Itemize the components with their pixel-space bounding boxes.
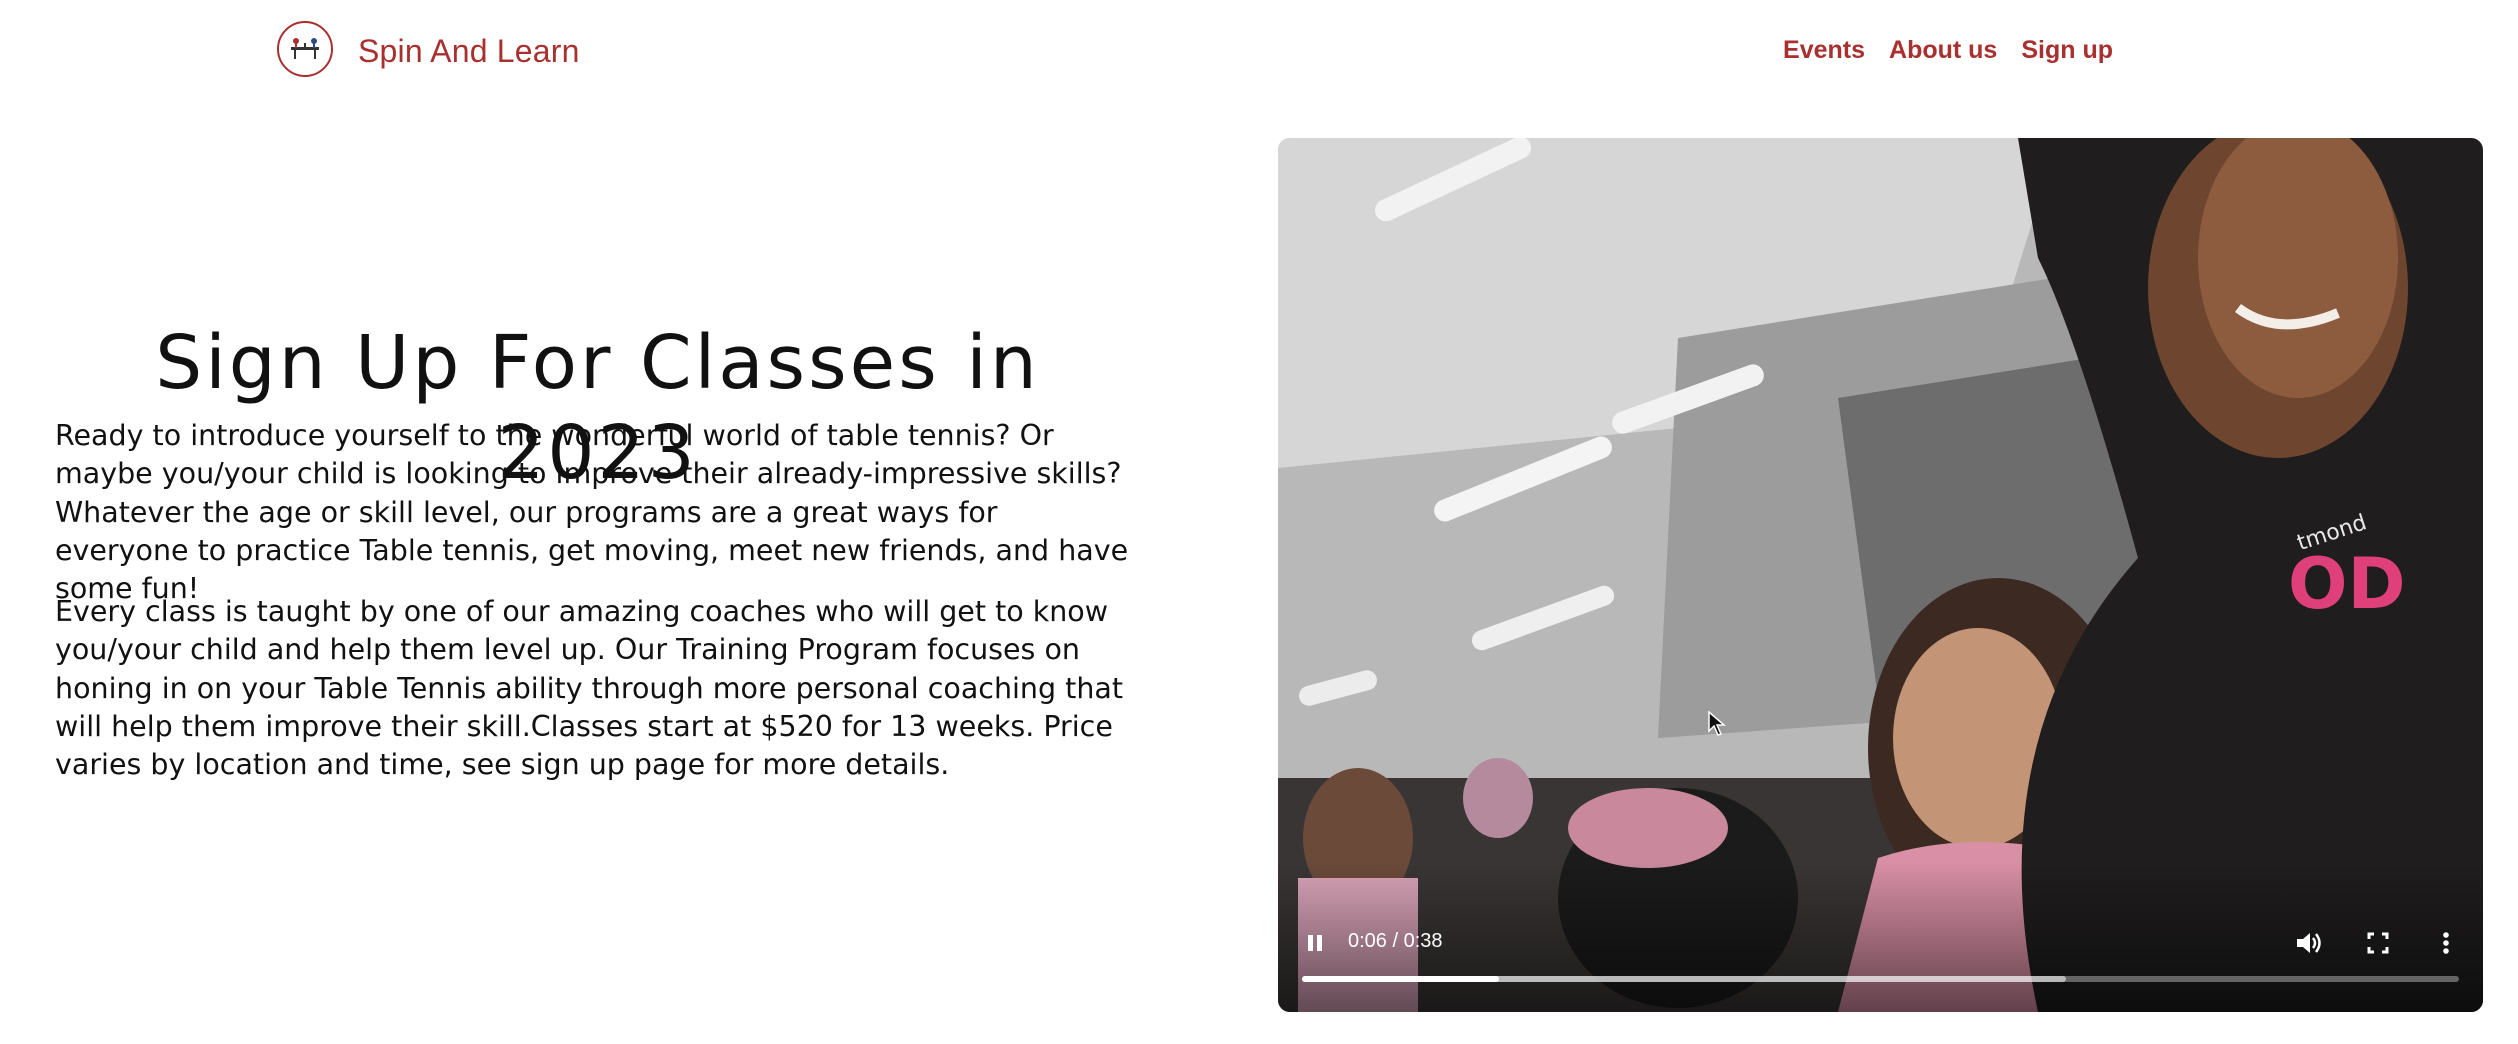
pause-icon [1308, 935, 1322, 951]
brand-name[interactable]: Spin And Learn [358, 33, 580, 70]
fullscreen-button[interactable] [2363, 928, 2393, 958]
brand-logo[interactable] [277, 21, 333, 77]
details-paragraph: Every class is taught by one of our amaz… [55, 595, 1124, 782]
fullscreen-icon [2367, 932, 2389, 954]
more-options-icon [2443, 932, 2449, 954]
volume-button[interactable] [2291, 926, 2325, 960]
svg-text:OD: OD [2288, 543, 2406, 625]
more-options-button[interactable] [2436, 928, 2456, 958]
nav-about-link[interactable]: About us [1889, 36, 1997, 65]
mouse-cursor-icon [1708, 711, 1726, 736]
pause-button[interactable] [1300, 928, 1330, 958]
table-tennis-logo-icon [291, 38, 319, 59]
video-played-bar [1302, 976, 1499, 982]
volume-icon [2297, 933, 2321, 953]
intro-paragraph: Ready to introduce yourself to the wonde… [55, 419, 1129, 606]
promo-video[interactable]: OD tmond 0:06 / 0:38 [1278, 138, 2483, 1012]
video-progress-bar[interactable] [1302, 976, 2459, 982]
video-time: 0:06 / 0:38 [1348, 930, 1443, 952]
main-nav: Events About us Sign up [1783, 36, 2113, 65]
nav-signup-link[interactable]: Sign up [2021, 36, 2113, 65]
nav-events-link[interactable]: Events [1783, 36, 1865, 65]
